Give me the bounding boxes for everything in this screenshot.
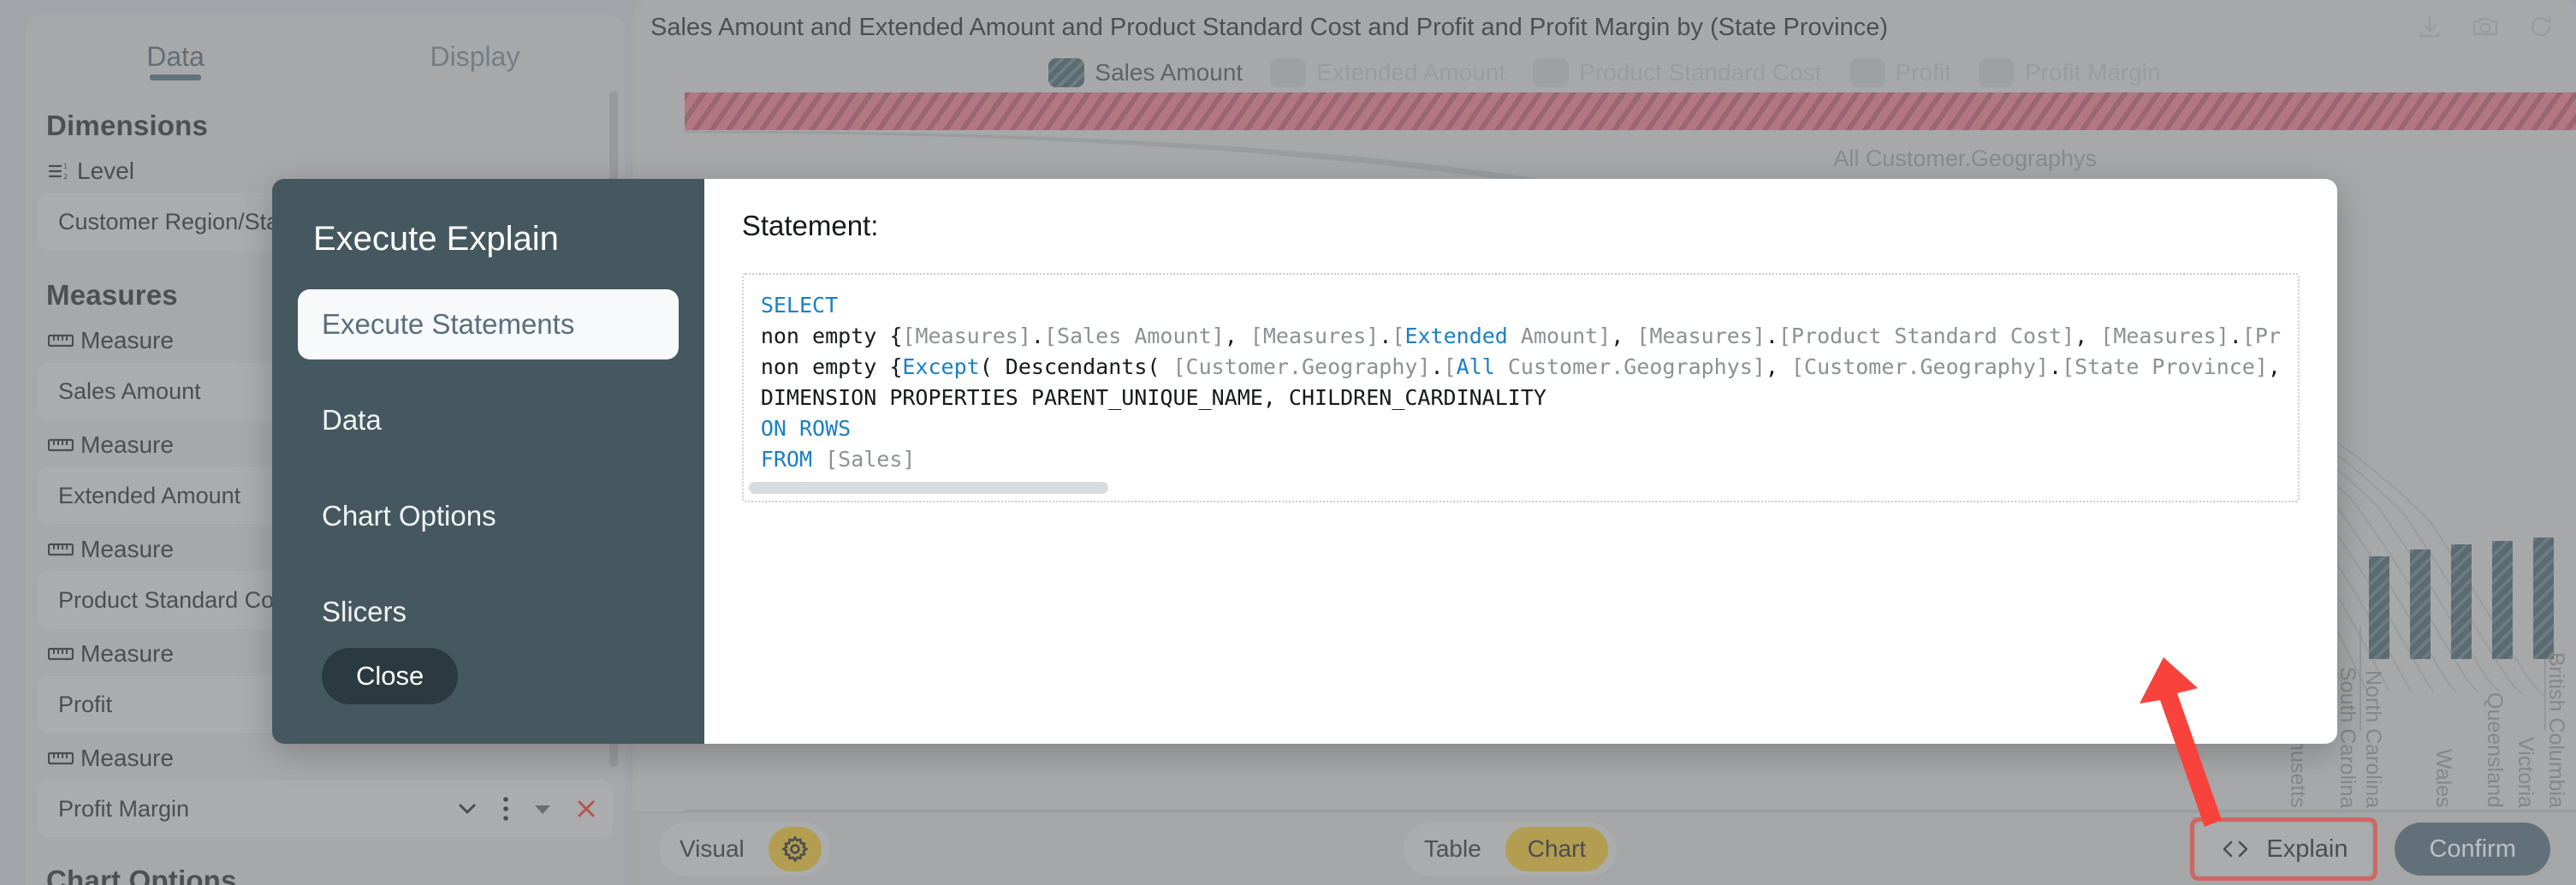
code-token: Amount] xyxy=(1507,324,1611,348)
code-token: [Product Standard Cost] xyxy=(1778,324,2075,348)
code-token: , xyxy=(2074,324,2101,348)
code-token: [Pr xyxy=(2241,324,2281,348)
dialog-menu-data[interactable]: Data xyxy=(298,385,679,455)
code-horizontal-scrollbar[interactable] xyxy=(748,482,1108,494)
code-token: SELECT xyxy=(760,293,839,318)
code-token: . xyxy=(1765,324,1778,348)
code-token: . xyxy=(2049,354,2063,379)
code-token: [Measures] xyxy=(1249,324,1380,348)
code-token: DIMENSION PROPERTIES PARENT_UNIQUE_NAME,… xyxy=(760,385,1546,410)
code-line-4: ON ROWS xyxy=(761,413,2281,444)
code-token: [State Province] xyxy=(2062,354,2268,379)
code-token: [Sales Amount] xyxy=(1043,324,1225,348)
code-token: [ xyxy=(1392,324,1405,348)
code-token: [Customer.Geography] xyxy=(1172,354,1431,379)
dialog-menu-execute-statements[interactable]: Execute Statements xyxy=(298,289,679,359)
code-token: . xyxy=(1430,354,1444,379)
code-line-5: FROM [Sales] xyxy=(761,444,2281,475)
code-token: [Customer.Geography] xyxy=(1790,354,2050,379)
code-line-0: SELECT xyxy=(761,290,2281,321)
code-token: , xyxy=(1611,324,1637,348)
code-token: . xyxy=(1030,324,1044,348)
code-token: [Sales] xyxy=(825,447,916,472)
code-token: non empty { xyxy=(760,324,903,348)
dialog-menu-slicers[interactable]: Slicers xyxy=(298,577,679,647)
code-token: [ xyxy=(1443,354,1457,379)
code-line-1: non empty {[Measures].[Sales Amount], [M… xyxy=(761,321,2281,352)
code-token: , xyxy=(1765,354,1791,379)
code-token: All xyxy=(1456,354,1495,379)
code-token: Customer.Geographys] xyxy=(1494,354,1766,379)
code-token: [Measures] xyxy=(2100,324,2229,348)
code-token: Except xyxy=(902,354,980,379)
dialog-nav-panel: Execute Explain Execute Statements Data … xyxy=(272,179,704,744)
code-token: ON ROWS xyxy=(760,416,852,441)
code-token: non empty { xyxy=(760,354,903,379)
execute-explain-dialog: Execute Explain Execute Statements Data … xyxy=(272,179,2337,744)
code-token: ( Descendants( xyxy=(979,354,1173,379)
code-token: [Measures] xyxy=(902,324,1031,348)
pointer-arrow-annotation xyxy=(2140,657,2222,827)
statement-label: Statement: xyxy=(741,210,879,241)
code-token: , xyxy=(1224,324,1250,348)
dialog-menu-chart-options[interactable]: Chart Options xyxy=(298,481,679,551)
statement-code-block[interactable]: SELECT non empty {[Measures].[Sales Amou… xyxy=(741,273,2300,502)
code-token: [Measures] xyxy=(1636,324,1766,348)
code-token: , xyxy=(2267,354,2281,379)
dialog-content-panel: Statement: SELECT non empty {[Measures].… xyxy=(703,179,2337,744)
dialog-title: Execute Explain xyxy=(313,220,559,258)
code-line-2: non empty {Except( Descendants( [Custome… xyxy=(761,352,2281,383)
code-token: FROM xyxy=(760,447,813,472)
dialog-close-button[interactable]: Close xyxy=(322,648,459,704)
code-token: . xyxy=(2229,324,2242,348)
code-line-3: DIMENSION PROPERTIES PARENT_UNIQUE_NAME,… xyxy=(761,383,2281,413)
code-token: . xyxy=(1379,324,1392,348)
code-token: Extended xyxy=(1404,324,1508,348)
